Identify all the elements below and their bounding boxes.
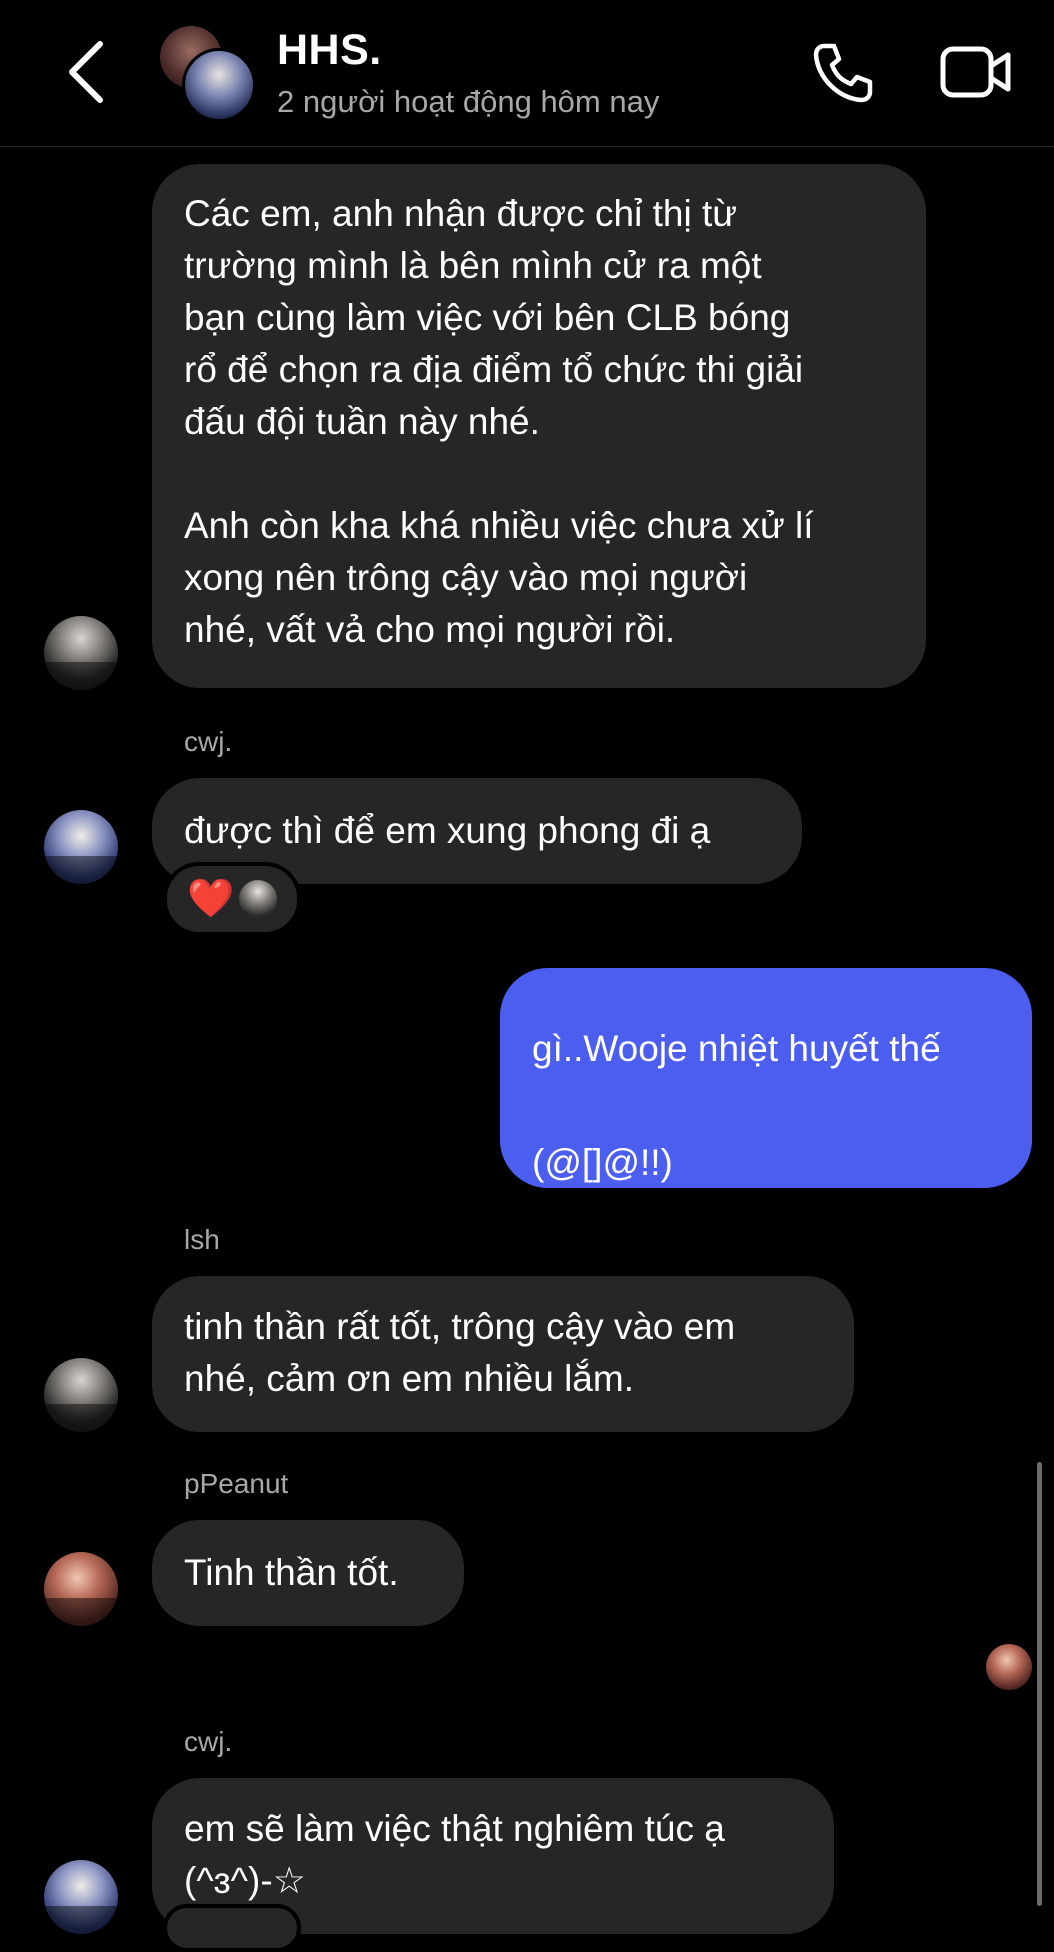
- avatar[interactable]: [44, 616, 118, 690]
- video-call-button[interactable]: [940, 44, 1012, 100]
- message-bubble[interactable]: tinh thần rất tốt, trông cậy vào em nhé,…: [152, 1276, 854, 1432]
- sender-name: pPeanut: [184, 1468, 289, 1499]
- avatar-shirt: [44, 1403, 118, 1432]
- sender-name: cwj.: [184, 726, 233, 757]
- avatar[interactable]: [44, 810, 118, 884]
- avatar-shirt: [44, 855, 118, 884]
- avatar[interactable]: [44, 1552, 118, 1626]
- back-button[interactable]: [60, 38, 114, 106]
- outgoing-message-bubble[interactable]: gì..Wooje nhiệt huyết thế (@[]@!!): [500, 968, 1032, 1188]
- avatar-shirt: [44, 1597, 118, 1626]
- group-avatar[interactable]: [160, 26, 256, 122]
- avatar[interactable]: [44, 1358, 118, 1432]
- chat-status: 2 người hoạt động hôm nay: [277, 84, 660, 119]
- video-camera-icon: [940, 46, 1011, 98]
- avatar[interactable]: [44, 1860, 118, 1934]
- avatar-shirt: [44, 661, 118, 690]
- scrollbar[interactable]: [1037, 1462, 1042, 1906]
- group-avatar-front: [182, 48, 256, 122]
- chat-title[interactable]: HHS.: [277, 26, 382, 75]
- message-bubble[interactable]: Tinh thần tốt.: [152, 1520, 464, 1626]
- message-reaction[interactable]: [163, 1904, 301, 1952]
- chat-header: HHS. 2 người hoạt động hôm nay: [0, 0, 1054, 147]
- reactor-avatar: [239, 880, 277, 918]
- sender-name: lsh: [184, 1224, 220, 1255]
- heart-reaction-icon: ❤️: [187, 878, 235, 920]
- chevron-left-icon: [69, 41, 103, 103]
- message-reaction[interactable]: ❤️: [163, 862, 301, 936]
- seen-by-avatar: [986, 1644, 1032, 1690]
- sender-name: cwj.: [184, 1726, 233, 1757]
- audio-call-button[interactable]: [810, 40, 876, 106]
- message-bubble[interactable]: Các em, anh nhận được chỉ thị từ trường …: [152, 164, 926, 688]
- phone-icon: [813, 43, 873, 103]
